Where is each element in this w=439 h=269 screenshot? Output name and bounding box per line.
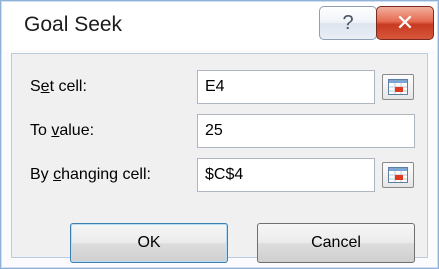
goal-seek-dialog: Goal Seek ? ✕ Set cell: E4 To value: 25	[0, 0, 439, 269]
range-selector-icon	[388, 79, 408, 95]
ok-button[interactable]: OK	[70, 223, 228, 263]
set-cell-input[interactable]: E4	[197, 70, 375, 104]
to-value-input[interactable]: 25	[197, 114, 415, 148]
changing-cell-input[interactable]: $C$4	[197, 158, 375, 192]
dialog-body: Set cell: E4 To value: 25 By changing ce…	[11, 53, 428, 263]
question-mark-icon: ?	[342, 11, 354, 34]
help-button[interactable]: ?	[319, 6, 377, 40]
title-bar[interactable]: Goal Seek ? ✕	[2, 2, 437, 50]
dialog-title: Goal Seek	[24, 13, 123, 36]
changing-cell-range-button[interactable]	[382, 162, 414, 188]
set-cell-range-button[interactable]	[382, 74, 414, 100]
close-icon: ✕	[395, 10, 415, 35]
cancel-button[interactable]: Cancel	[257, 223, 415, 263]
set-cell-label: Set cell:	[30, 78, 87, 95]
close-button[interactable]: ✕	[376, 6, 434, 40]
to-value-label: To value:	[30, 122, 95, 139]
range-selector-icon	[388, 167, 408, 183]
changing-cell-label: By changing cell:	[30, 166, 151, 183]
